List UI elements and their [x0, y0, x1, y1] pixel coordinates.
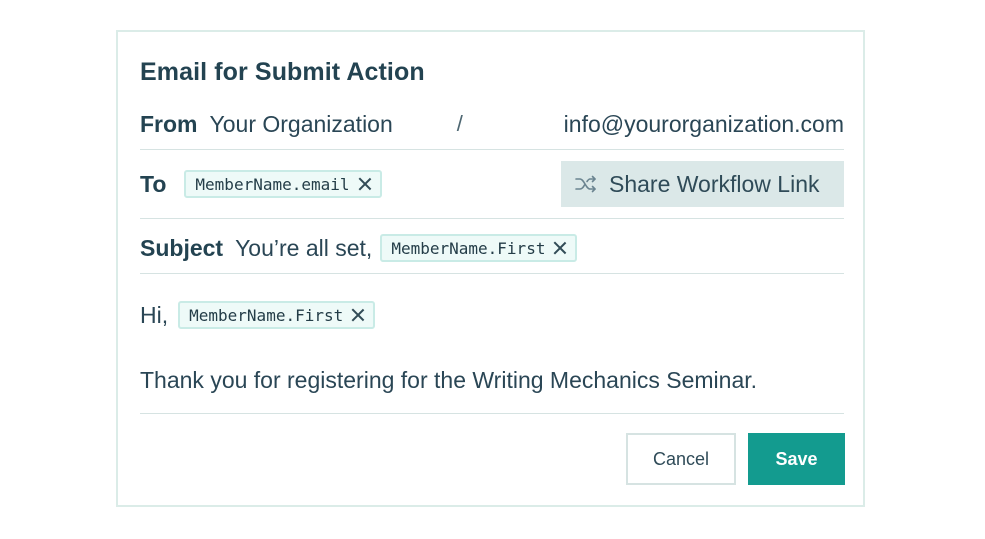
email-dialog: Email for Submit Action From Your Organi…	[116, 30, 865, 507]
close-icon[interactable]	[553, 241, 567, 255]
dialog-title: Email for Submit Action	[140, 58, 425, 86]
chip-label: MemberName.First	[391, 238, 546, 258]
close-icon[interactable]	[351, 308, 365, 322]
divider	[140, 413, 844, 414]
body-message: Thank you for registering for the Writin…	[140, 366, 758, 393]
subject-row: Subject You’re all set, MemberName.First	[140, 230, 844, 266]
greeting-text: Hi,	[140, 301, 169, 328]
to-recipient-chip[interactable]: MemberName.email	[184, 170, 382, 198]
from-email[interactable]: info@yourorganization.com	[564, 111, 844, 138]
subject-chip[interactable]: MemberName.First	[380, 234, 578, 262]
divider	[140, 218, 844, 219]
greeting-chip[interactable]: MemberName.First	[178, 301, 376, 329]
body-greeting-row[interactable]: Hi, MemberName.First	[140, 297, 844, 333]
shuffle-icon	[575, 175, 596, 193]
to-label: To	[140, 170, 167, 197]
cancel-button[interactable]: Cancel	[626, 433, 736, 485]
from-name[interactable]: Your Organization	[210, 111, 393, 138]
divider	[140, 273, 844, 274]
chip-label: MemberName.First	[189, 305, 344, 325]
chip-label: MemberName.email	[195, 174, 350, 194]
subject-label: Subject	[140, 234, 224, 261]
divider	[140, 149, 844, 150]
from-separator: /	[456, 111, 463, 136]
close-icon[interactable]	[358, 177, 372, 191]
subject-text[interactable]: You’re all set,	[235, 235, 372, 262]
to-row: To MemberName.email Share Workflow Link	[140, 161, 844, 207]
share-workflow-link-button[interactable]: Share Workflow Link	[561, 161, 844, 207]
from-row: From Your Organization / info@yourorgani…	[140, 106, 844, 142]
from-label: From	[140, 110, 198, 137]
share-button-label: Share Workflow Link	[609, 170, 820, 197]
save-button[interactable]: Save	[748, 433, 845, 485]
body-message-row[interactable]: Thank you for registering for the Writin…	[140, 362, 844, 398]
